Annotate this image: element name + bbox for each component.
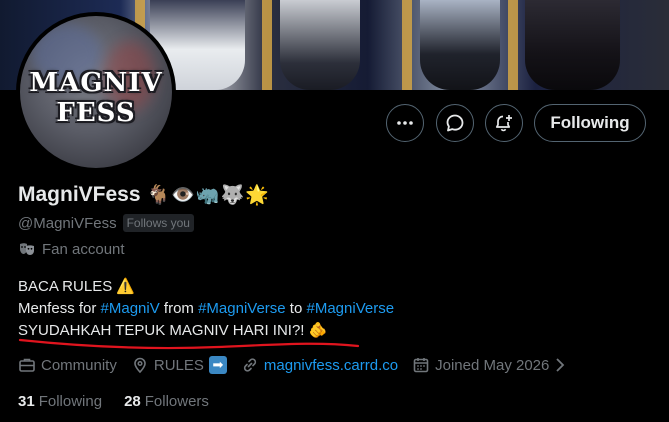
- red-underline-annotation: [18, 338, 360, 350]
- community-label: Community: [41, 356, 117, 374]
- hashtag-link[interactable]: #MagniVerse: [307, 300, 395, 317]
- calendar-icon: [413, 358, 429, 373]
- joined-date: Joined May 2026: [435, 356, 550, 374]
- community-item[interactable]: Community: [18, 356, 117, 374]
- message-bubble-icon: [446, 114, 464, 132]
- following-stat[interactable]: 31 Following: [18, 393, 102, 410]
- bio-text: BACA RULES: [18, 278, 117, 295]
- profile-handle: @MagniVFess: [18, 214, 117, 232]
- profile-meta-row: Community RULES ➡ magnivfess.carrd.co Jo…: [18, 356, 580, 374]
- avatar-logo: MAGNIV FESS: [20, 68, 172, 128]
- joined-item: Joined May 2026: [412, 356, 566, 374]
- category-row: Fan account: [18, 240, 125, 258]
- handle-row: @MagniVFess Follows you: [18, 214, 194, 232]
- followers-stat-label: Followers: [144, 393, 209, 410]
- banner-stripe: [402, 0, 412, 90]
- following-count: 31: [18, 393, 35, 410]
- display-name: MagniVFess: [18, 183, 141, 206]
- avatar-logo-line: MAGNIV: [29, 68, 163, 98]
- notify-button[interactable]: [485, 104, 523, 142]
- banner-character: [280, 0, 360, 90]
- name-emojis: 🐐👁️🦏🐺🌟: [146, 185, 270, 206]
- banner-stripe: [262, 0, 272, 90]
- followers-count: 28: [124, 393, 141, 410]
- chevron-right-icon[interactable]: [554, 357, 566, 373]
- banner-character: [420, 0, 500, 90]
- followers-stat[interactable]: 28 Followers: [124, 393, 209, 410]
- follows-you-badge: Follows you: [122, 214, 194, 232]
- message-button[interactable]: [436, 104, 474, 142]
- warning-emoji: ⚠️: [116, 278, 136, 295]
- bell-plus-icon: [495, 115, 512, 132]
- right-arrow-emoji: ➡: [208, 356, 227, 374]
- website-item[interactable]: magnivfess.carrd.co: [241, 356, 398, 374]
- avatar-logo-line: FESS: [56, 98, 136, 128]
- location-pin-icon: [134, 357, 146, 374]
- website-link[interactable]: magnivfess.carrd.co: [264, 357, 398, 374]
- bio-line: Menfess for #MagniV from #MagniVerse to …: [18, 298, 394, 320]
- profile-name-row: MagniVFess 🐐👁️🦏🐺🌟: [18, 183, 270, 207]
- following-button[interactable]: Following: [534, 104, 646, 142]
- hashtag-link[interactable]: #MagniV: [101, 300, 160, 317]
- briefcase-icon: [19, 358, 35, 372]
- location-item: RULES ➡: [131, 356, 227, 374]
- profile-avatar[interactable]: MAGNIV FESS: [16, 12, 176, 172]
- link-icon: [243, 358, 256, 372]
- bio-text: from: [159, 300, 199, 317]
- bio-text: Menfess for: [18, 300, 101, 317]
- profile-category: Fan account: [42, 240, 125, 258]
- follow-stats: 31 Following 28 Followers: [18, 393, 209, 410]
- theater-masks-icon: [20, 243, 34, 255]
- profile-bio: BACA RULES ⚠️ Menfess for #MagniV from #…: [18, 276, 394, 342]
- location-label: RULES: [153, 356, 204, 374]
- bio-text: to: [285, 300, 307, 317]
- more-horizontal-icon: [397, 121, 413, 125]
- more-button[interactable]: [386, 104, 424, 142]
- banner-character: [525, 0, 620, 90]
- banner-stripe: [508, 0, 518, 90]
- hashtag-link[interactable]: #MagniVerse: [198, 300, 286, 317]
- bio-line: BACA RULES ⚠️: [18, 276, 394, 298]
- following-stat-label: Following: [38, 393, 103, 410]
